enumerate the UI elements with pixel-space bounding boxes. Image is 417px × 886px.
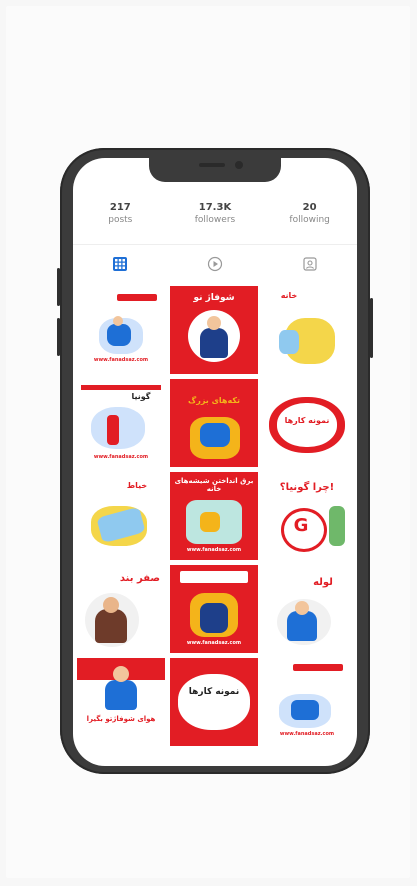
phone-side-button (57, 318, 60, 356)
person-figure (200, 603, 228, 633)
post-thumbnail[interactable]: تکه‌های بزرگ (170, 379, 258, 467)
phone-side-button (370, 298, 373, 358)
person-head (113, 316, 123, 326)
person-head (113, 666, 129, 682)
speaker (199, 163, 225, 167)
post-thumbnail[interactable]: برق انداختن شیشه‌های خانه www.fanadsaz.c… (170, 472, 258, 560)
post-url: www.fanadsaz.com (279, 731, 335, 737)
post-headline: لوله (313, 577, 333, 588)
post-thumbnail[interactable]: شوفاژ نو (170, 286, 258, 374)
post-url: www.fanadsaz.com (186, 640, 242, 646)
stat-followers[interactable]: 17.3K followers (175, 202, 255, 244)
post-thumbnail[interactable]: www.fanadsaz.com (77, 286, 165, 374)
front-camera (235, 161, 243, 169)
post-headline: گونیا (131, 392, 151, 401)
person-figure (107, 324, 131, 346)
phone-side-button (57, 268, 60, 306)
stat-number: 217 (109, 202, 131, 213)
posts-grid: www.fanadsaz.com شوفاژ نو خانه گونیا www… (77, 286, 353, 746)
person-figure (107, 415, 119, 445)
post-headline: برق انداختن شیشه‌های خانه (174, 477, 254, 493)
post-thumbnail[interactable]: نمونه کارها (170, 658, 258, 746)
post-url: www.fanadsaz.com (186, 547, 242, 553)
person-head (207, 316, 221, 330)
post-url: www.fanadsaz.com (93, 357, 149, 363)
stat-following[interactable]: 20 following (270, 202, 350, 244)
stat-label: following (289, 215, 330, 225)
stat-label: posts (108, 215, 133, 225)
person-figure (200, 328, 228, 358)
post-thumbnail[interactable]: www.fanadsaz.com (170, 565, 258, 653)
person-figure (329, 506, 345, 546)
person-hand (200, 512, 220, 532)
tagged-user-icon (303, 257, 317, 271)
post-thumbnail[interactable]: لوله (263, 565, 351, 653)
post-thumbnail[interactable]: خانه (263, 286, 351, 374)
person-figure (105, 680, 137, 710)
post-banner (180, 571, 248, 583)
grid-icon (113, 257, 128, 271)
post-banner (293, 664, 343, 671)
post-headline: خیاط (126, 481, 148, 490)
post-headline: نمونه کارها (284, 416, 330, 425)
logo-letter: G (293, 515, 309, 536)
person-figure (291, 700, 319, 720)
post-headline: چرا گونیا؟! (279, 482, 335, 493)
post-headline: تکه‌های بزرگ (188, 396, 240, 405)
post-thumbnail[interactable]: چرا گونیا؟! G (263, 472, 351, 560)
post-headline: نمونه کارها (188, 687, 240, 697)
person-head (295, 601, 309, 615)
person-figure (95, 609, 127, 643)
tab-posts-grid[interactable] (110, 254, 130, 274)
stat-number: 17.3K (198, 202, 232, 213)
post-thumbnail[interactable]: نمونه کارها (263, 379, 351, 467)
post-illustration (178, 674, 250, 730)
post-thumbnail[interactable]: هوای شوفاژتو بگیرا (77, 658, 165, 746)
post-headline: خانه (280, 291, 298, 300)
person-figure (287, 611, 317, 641)
post-headline: هوای شوفاژتو بگیرا (86, 715, 156, 723)
play-icon (207, 256, 223, 272)
person-head (103, 597, 119, 613)
post-thumbnail[interactable]: خیاط (77, 472, 165, 560)
post-headline: شوفاژ نو (193, 293, 235, 303)
stat-posts[interactable]: 217 posts (80, 202, 160, 244)
profile-tabs (73, 250, 357, 278)
post-headline: صفر بند (119, 573, 161, 584)
post-illustration (279, 330, 299, 354)
stat-number: 20 (302, 202, 317, 213)
post-thumbnail[interactable]: www.fanadsaz.com (263, 658, 351, 746)
person-figure (200, 423, 230, 447)
profile-stats: 217 posts 17.3K followers 20 following (73, 202, 357, 245)
post-banner (117, 294, 157, 301)
post-thumbnail[interactable]: صفر بند (77, 565, 165, 653)
post-url: www.fanadsaz.com (93, 454, 149, 460)
phone-screen: 217 posts 17.3K followers 20 following w… (73, 158, 357, 766)
stat-label: followers (194, 215, 236, 225)
post-banner (81, 385, 161, 390)
post-thumbnail[interactable]: گونیا www.fanadsaz.com (77, 379, 165, 467)
tab-reels[interactable] (205, 254, 225, 274)
tab-tagged[interactable] (300, 254, 320, 274)
phone-notch (149, 158, 281, 182)
